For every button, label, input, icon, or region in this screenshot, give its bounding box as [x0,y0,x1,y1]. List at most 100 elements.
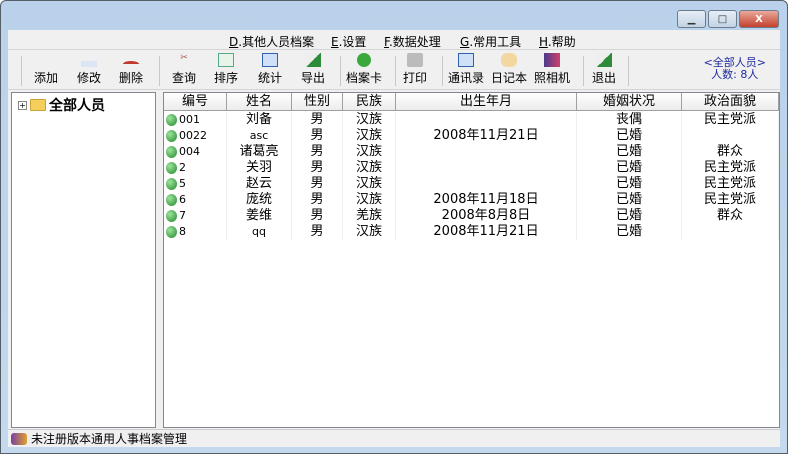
cell-name: 关羽 [227,160,292,176]
close-button[interactable]: X [739,10,779,28]
folder-icon [30,99,46,111]
cell-id: 001 [164,112,227,128]
cell-id: 5 [164,176,227,192]
person-icon [166,178,177,190]
exit-icon [596,53,612,67]
contacts-icon [458,53,474,67]
table-row[interactable]: 2 关羽男汉族 已婚 民主党派 [164,160,779,176]
person-icon [166,226,177,238]
table-row[interactable]: 004 诸葛亮男汉族 已婚 群众 [164,144,779,160]
cell-political-status: 民主党派 [682,192,779,208]
cell-birth-date [396,176,577,192]
cell-ethnicity: 羌族 [343,208,396,224]
sort-icon [218,53,234,67]
menu-bar: D.其他人员档案 E.设置 F.数据处理 G.常用工具 H.帮助 [8,30,780,50]
archive-card-button[interactable]: 档案卡 [346,52,382,88]
table-row[interactable]: 5 赵云男汉族 已婚 民主党派 [164,176,779,192]
column-header-birth-date[interactable]: 出生年月 [396,93,577,111]
cell-id: 004 [164,144,227,160]
person-icon [166,210,177,222]
status-bar: 未注册版本通用人事档案管理 [8,429,780,447]
cell-political-status [682,128,779,144]
app-icon [11,432,27,445]
table-row[interactable]: 7 姜维男羌族 2008年8月8日 已婚 群众 [164,208,779,224]
export-icon [305,53,321,67]
cell-birth-date: 2008年8月8日 [396,208,577,224]
maximize-button[interactable]: □ [708,10,737,28]
cell-marital-status: 已婚 [577,160,682,176]
cell-ethnicity: 汉族 [343,112,396,128]
expand-icon[interactable]: + [18,100,27,110]
cell-political-status: 群众 [682,144,779,160]
cell-marital-status: 已婚 [577,128,682,144]
camera-button[interactable]: 照相机 [534,52,570,88]
cell-gender: 男 [292,208,343,224]
sort-button[interactable]: 排序 [214,52,238,88]
id-text: 001 [179,113,200,126]
cell-gender: 男 [292,192,343,208]
table-row[interactable]: 0022 asc 男汉族 2008年11月21日 已婚 [164,128,779,144]
column-header-ethnicity[interactable]: 民族 [343,93,396,111]
cell-marital-status: 丧偶 [577,112,682,128]
tree-node-all[interactable]: + 全部人员 [18,95,105,115]
book-icon [501,53,517,67]
column-header-id[interactable]: 编号 [164,93,227,111]
cell-name: asc [227,128,292,144]
edit-icon [81,61,97,67]
people-table[interactable]: 编号 姓名 性别 民族 出生年月 婚姻状况 政治面貌 001 刘备男汉族 丧偶 民主党派 0022 a… [163,92,780,428]
cell-id: 2 [164,160,227,176]
menu-tools[interactable]: G.常用工具 [460,33,521,50]
menu-help[interactable]: H.帮助 [539,33,576,50]
print-button[interactable]: 打印 [403,52,427,88]
cell-birth-date [396,160,577,176]
cell-marital-status: 已婚 [577,208,682,224]
column-header-gender[interactable]: 性别 [292,93,343,111]
person-icon [166,146,177,158]
cell-gender: 男 [292,176,343,192]
cell-ethnicity: 汉族 [343,160,396,176]
stats-button[interactable]: 统计 [258,52,282,88]
delete-button[interactable]: 删除 [119,52,143,88]
diary-button[interactable]: 日记本 [491,52,527,88]
cell-name: qq [227,224,292,240]
menu-data[interactable]: F.数据处理 [384,33,441,50]
column-header-marital-status[interactable]: 婚姻状况 [577,93,682,111]
table-row[interactable]: 8 qq 男汉族 2008年11月21日 已婚 [164,224,779,240]
edit-button[interactable]: 修改 [77,52,101,88]
people-count: <全部人员> 人数: 8人 [703,56,766,81]
cell-id: 7 [164,208,227,224]
stats-icon [262,53,278,67]
column-header-name[interactable]: 姓名 [227,93,292,111]
menu-settings[interactable]: E.设置 [331,33,366,50]
export-button[interactable]: 导出 [301,52,325,88]
search-icon: ✂ [180,53,188,63]
group-tree[interactable]: + 全部人员 [11,92,156,428]
table-row[interactable]: 6 庞统男汉族 2008年11月18日 已婚 民主党派 [164,192,779,208]
exit-button[interactable]: 退出 [592,52,616,88]
contacts-button[interactable]: 通讯录 [448,52,484,88]
cell-gender: 男 [292,144,343,160]
menu-other-archives[interactable]: D.其他人员档案 [229,33,314,50]
search-button[interactable]: ✂ 查询 [172,52,196,88]
cell-gender: 男 [292,224,343,240]
cell-political-status: 民主党派 [682,176,779,192]
id-text: 6 [179,193,186,206]
cell-gender: 男 [292,160,343,176]
cell-id: 0022 [164,128,227,144]
cell-marital-status: 已婚 [577,224,682,240]
id-text: 7 [179,209,186,222]
cell-ethnicity: 汉族 [343,176,396,192]
minimize-button[interactable]: ▁ [677,10,706,28]
cell-gender: 男 [292,128,343,144]
table-row[interactable]: 001 刘备男汉族 丧偶 民主党派 [164,112,779,128]
cell-birth-date: 2008年11月21日 [396,128,577,144]
id-text: 004 [179,145,200,158]
person-icon [166,194,177,206]
cell-name: 赵云 [227,176,292,192]
cell-name: 刘备 [227,112,292,128]
printer-icon [407,53,423,67]
add-button[interactable]: 添加 [34,52,58,88]
cell-id: 8 [164,224,227,240]
column-header-political-status[interactable]: 政治面貌 [682,93,779,111]
download-icon [357,53,371,67]
